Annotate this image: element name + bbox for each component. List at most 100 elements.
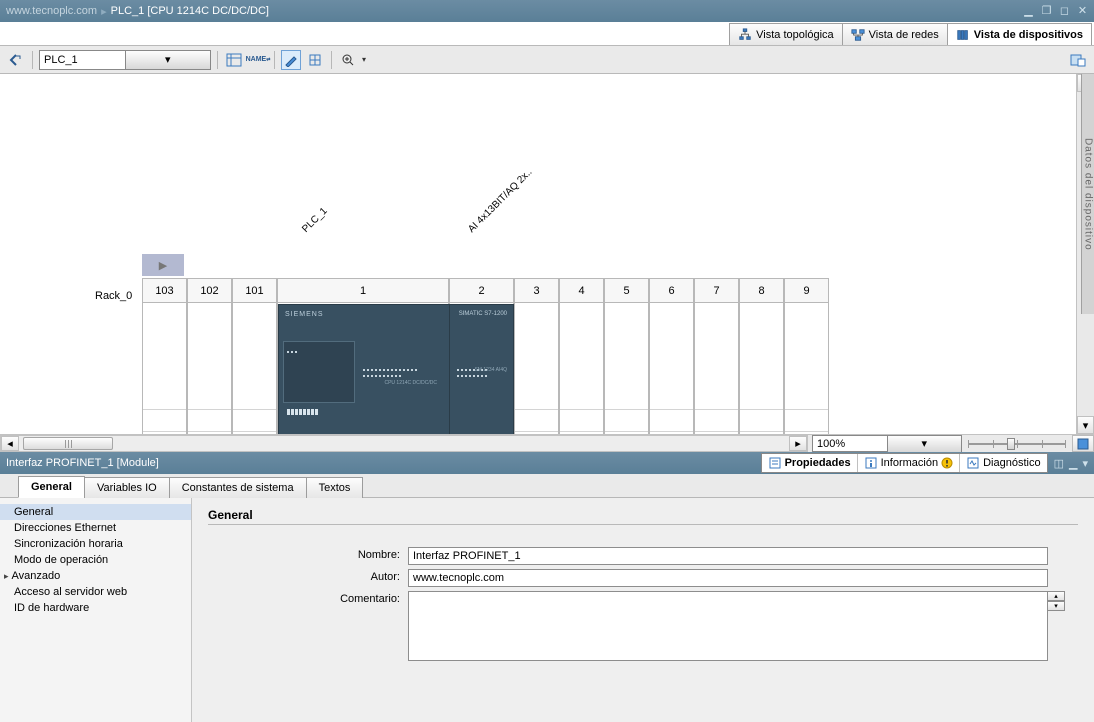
cattab-io[interactable]: Variables IO — [84, 477, 170, 498]
scroll-right-icon[interactable]: ▸ — [789, 436, 807, 451]
rack-slot[interactable] — [649, 303, 694, 434]
nav-mode[interactable]: Modo de operación — [0, 552, 191, 568]
tab-network[interactable]: Vista de redes — [842, 23, 948, 45]
tool-zoom-icon[interactable] — [338, 50, 358, 70]
zoom-fit-icon[interactable] — [1072, 435, 1094, 452]
zoom-slider[interactable] — [962, 435, 1072, 452]
rack-slot[interactable] — [142, 303, 187, 434]
side-panel-tab[interactable]: Datos del dispositivo — [1081, 74, 1094, 314]
breadcrumb-device: PLC_1 [CPU 1214C DC/DC/DC] — [111, 5, 269, 17]
slot-header[interactable]: 4 — [559, 278, 604, 303]
diagnostics-icon — [966, 456, 980, 470]
rack-slot[interactable] — [604, 303, 649, 434]
cattab-texts[interactable]: Textos — [306, 477, 364, 498]
device-canvas-wrap: PLC_1 AI 4x13BIT/AQ 2x.. ▶ Rack_0 103 10… — [0, 74, 1094, 434]
slot-header[interactable]: 9 — [784, 278, 829, 303]
breadcrumb-sep: ▸ — [101, 5, 107, 18]
slot-header[interactable]: 101 — [232, 278, 277, 303]
horizontal-scrollbar[interactable]: ◂ ▸ — [0, 435, 808, 452]
rack-slot[interactable] — [187, 303, 232, 434]
slot-header[interactable]: 8 — [739, 278, 784, 303]
slot-header[interactable]: 2 — [449, 278, 514, 303]
device-icon — [956, 28, 970, 42]
nav-sync[interactable]: Sincronización horaria — [0, 536, 191, 552]
nav-advanced[interactable]: Avanzado — [0, 568, 191, 584]
slot-header[interactable]: 6 — [649, 278, 694, 303]
minimize-icon[interactable]: ▁ — [1023, 6, 1034, 17]
nav-arrow-icon[interactable]: ▶ — [142, 254, 184, 276]
slot-header[interactable]: 5 — [604, 278, 649, 303]
slot-header[interactable]: 3 — [514, 278, 559, 303]
scroll-left-icon[interactable]: ◂ — [1, 436, 19, 451]
slot-header[interactable]: 7 — [694, 278, 739, 303]
rack-slot[interactable] — [232, 303, 277, 434]
tool-overview-icon[interactable] — [224, 50, 244, 70]
cattab-general[interactable]: General — [18, 476, 85, 498]
pane-minimize-icon[interactable]: ▁ — [1069, 457, 1077, 470]
chevron-down-icon[interactable]: ▾ — [125, 51, 211, 69]
zoom-dropdown-arrow[interactable]: ▾ — [362, 55, 366, 64]
slider-knob[interactable] — [1007, 438, 1015, 450]
properties-body: General Direcciones Ethernet Sincronizac… — [0, 498, 1094, 722]
category-tabs: General Variables IO Constantes de siste… — [0, 474, 1094, 498]
topology-icon — [738, 28, 752, 42]
pane-split-icon[interactable]: ◫ — [1054, 457, 1064, 470]
slot-header[interactable]: 1 — [277, 278, 449, 303]
properties-icon — [768, 456, 782, 470]
sep — [331, 51, 332, 69]
info-icon — [864, 456, 878, 470]
nav-hwid[interactable]: ID de hardware — [0, 600, 191, 616]
rack-slot[interactable] — [694, 303, 739, 434]
tab-topology[interactable]: Vista topológica — [729, 23, 842, 45]
tool-pen-icon[interactable] — [281, 50, 301, 70]
tool-grid-icon[interactable] — [305, 50, 325, 70]
tab-diagnostics[interactable]: Diagnóstico — [960, 454, 1046, 472]
slot-header[interactable]: 103 — [142, 278, 187, 303]
cattab-const[interactable]: Constantes de sistema — [169, 477, 307, 498]
slot-header[interactable]: 102 — [187, 278, 232, 303]
author-input[interactable] — [408, 569, 1048, 587]
hscroll-row: ◂ ▸ 100% ▾ — [0, 434, 1094, 452]
sep — [274, 51, 275, 69]
author-label: Autor: — [208, 569, 408, 583]
nav-ethernet[interactable]: Direcciones Ethernet — [0, 520, 191, 536]
comment-textarea[interactable] — [408, 591, 1048, 661]
tab-properties[interactable]: Propiedades — [762, 454, 858, 472]
rack-slot[interactable] — [739, 303, 784, 434]
device-selector-value: PLC_1 — [40, 54, 125, 66]
nav-webserver[interactable]: Acceso al servidor web — [0, 584, 191, 600]
back-icon[interactable] — [6, 50, 26, 70]
textarea-down-icon[interactable]: ▾ — [1047, 601, 1065, 611]
plc-label: PLC_1 — [300, 206, 329, 235]
maximize-icon[interactable]: ◻ — [1059, 6, 1070, 17]
restore-icon[interactable]: ❐ — [1041, 6, 1052, 17]
tool-name-icon[interactable]: NAME⇄ — [248, 50, 268, 70]
tool-catalog-icon[interactable] — [1068, 50, 1088, 70]
titlebar: www.tecnoplc.com ▸ PLC_1 [CPU 1214C DC/D… — [0, 0, 1094, 22]
zoom-select[interactable]: 100% ▾ — [812, 435, 962, 452]
scroll-down-icon[interactable]: ▾ — [1077, 416, 1094, 434]
nav-general[interactable]: General — [0, 504, 191, 520]
rack-slot[interactable] — [559, 303, 604, 434]
scrollbar-thumb[interactable] — [23, 437, 113, 450]
network-icon — [851, 28, 865, 42]
plc-module[interactable]: SIEMENS SIMATIC S7-1200 CPU 1214C DC/DC/… — [278, 304, 514, 434]
rack-slot[interactable] — [514, 303, 559, 434]
device-selector[interactable]: PLC_1 ▾ — [39, 50, 211, 70]
properties-titlebar: Interfaz PROFINET_1 [Module] Propiedades… — [0, 452, 1094, 474]
warning-icon — [941, 457, 953, 469]
view-tabs-row: Vista topológica Vista de redes Vista de… — [0, 22, 1094, 46]
device-canvas[interactable]: PLC_1 AI 4x13BIT/AQ 2x.. ▶ Rack_0 103 10… — [0, 74, 1076, 434]
pane-expand-icon[interactable]: ▾ — [1082, 457, 1088, 470]
rack-slot[interactable] — [784, 303, 829, 434]
textarea-up-icon[interactable]: ▴ — [1047, 591, 1065, 601]
tab-device[interactable]: Vista de dispositivos — [947, 23, 1092, 45]
tab-info[interactable]: Información — [858, 454, 960, 472]
name-input[interactable] — [408, 547, 1048, 565]
breadcrumb-domain: www.tecnoplc.com — [6, 5, 97, 17]
tab-info-label: Información — [881, 457, 938, 469]
chevron-down-icon[interactable]: ▾ — [887, 436, 962, 452]
name-label: Nombre: — [208, 547, 408, 561]
aq-label: SM 1234 AI4Q — [474, 367, 507, 373]
close-icon[interactable]: ✕ — [1077, 6, 1088, 17]
